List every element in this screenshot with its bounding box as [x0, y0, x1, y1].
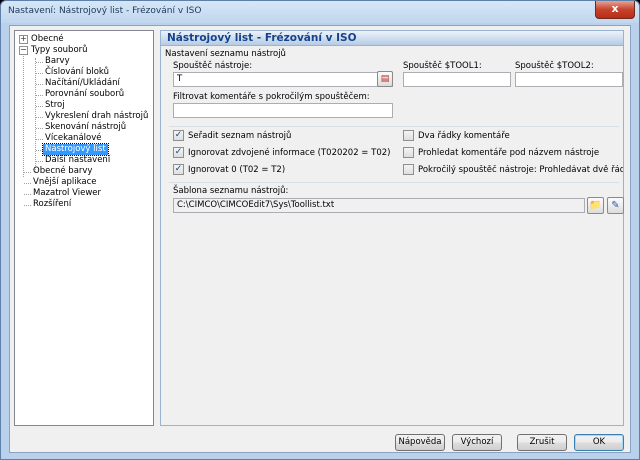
dialog-client: + Obecné − Typy souborů Barvy Číslování … [9, 25, 631, 453]
two-comment-lines-label: Dva řádky komentáře [418, 131, 510, 141]
default-button[interactable]: Výchozí [452, 434, 502, 451]
tree-connector [36, 62, 43, 63]
tree-item-vicekanalove[interactable]: Vícekanálové [45, 133, 101, 144]
tree-item-vnejsi-aplikace[interactable]: Vnější aplikace [33, 177, 97, 188]
group-label: Nastavení seznamu nástrojů [165, 49, 286, 59]
template-label: Šablona seznamu nástrojů: [173, 186, 289, 196]
tree-connector [24, 183, 31, 184]
tree-item-obecne[interactable]: Obecné [31, 34, 64, 45]
two-comment-lines-checkbox[interactable] [403, 130, 414, 141]
template-path-input[interactable]: C:\CIMCO\CIMCOEdit7\Sys\Toollist.txt [173, 198, 585, 213]
title-bar: Nastavení: Nástrojový list - Frézování v… [1, 1, 639, 23]
search-comments-checkbox[interactable] [403, 147, 414, 158]
tree-connector [35, 58, 36, 172]
tree-item-cislovani-bloku[interactable]: Číslování bloků [45, 67, 109, 78]
check-icon: ✓ [174, 130, 183, 140]
expand-icon[interactable]: + [19, 35, 28, 44]
search-comments-label: Prohledat komentáře pod názvem nástroje [418, 148, 600, 158]
tree-connector [36, 117, 43, 118]
tree-connector [36, 161, 43, 162]
tool1-trigger-label: Spouštěč $TOOL1: [403, 61, 482, 71]
panel-title: Nástrojový list - Frézování v ISO [167, 32, 357, 44]
check-icon: ✓ [174, 147, 183, 157]
tree-item-barvy[interactable]: Barvy [45, 56, 70, 67]
edit-template-button[interactable]: ✎ [607, 197, 624, 214]
tree-connector [24, 194, 31, 195]
close-button[interactable]: x [595, 1, 635, 19]
tree-item-obecne-barvy[interactable]: Obecné barvy [33, 166, 92, 177]
ignore-zero-label: Ignorovat 0 (T02 = T2) [188, 165, 286, 175]
tree-item-vykresleni-drah[interactable]: Vykreslení drah nástrojů [45, 111, 148, 122]
cancel-button[interactable]: Zrušit [517, 434, 567, 451]
tree-item-nacitani-ukladani[interactable]: Načítání/Ukládání [45, 78, 120, 89]
tree-item-skenovani-nastroju[interactable]: Skenování nástrojů [45, 122, 126, 133]
settings-window: Nastavení: Nástrojový list - Frézování v… [0, 0, 640, 460]
advanced-trigger-checkbox[interactable] [403, 164, 414, 175]
tree-item-rozsireni[interactable]: Rozšíření [33, 199, 71, 210]
ignore-duplicate-label: Ignorovat zdvojené informace (T020202 = … [188, 148, 391, 158]
tree-item-mazatrol-viewer[interactable]: Mazatrol Viewer [33, 188, 101, 199]
divider [169, 182, 619, 183]
settings-tree[interactable]: + Obecné − Typy souborů Barvy Číslování … [14, 30, 154, 426]
filter-label: Filtrovat komentáře s pokročilým spouště… [173, 92, 370, 102]
edit-file-icon: ✎ [611, 200, 620, 211]
collapse-icon[interactable]: − [19, 46, 28, 55]
tree-item-porovnani-souboru[interactable]: Porovnání souborů [45, 89, 124, 100]
edit-icon: ▤ [380, 74, 390, 84]
sort-tools-checkbox[interactable]: ✓ [173, 130, 184, 141]
advanced-trigger-label: Pokročilý spouštěč nástroje: Prohledávat… [418, 165, 623, 175]
ok-button[interactable]: OK [574, 434, 624, 451]
tree-item-nastrojovy-list[interactable]: Nástrojový list [42, 143, 109, 156]
tool1-trigger-input[interactable] [403, 72, 511, 87]
edit-trigger-button[interactable]: ▤ [377, 71, 393, 87]
tool-trigger-input[interactable]: T [173, 72, 393, 87]
tree-connector [36, 95, 43, 96]
tree-connector [36, 73, 43, 74]
tree-connector [24, 205, 31, 206]
filter-input[interactable] [173, 103, 393, 118]
tree-connector [23, 47, 24, 177]
tool-trigger-label: Spouštěč nástroje: [173, 61, 253, 71]
ignore-zero-checkbox[interactable]: ✓ [173, 164, 184, 175]
tree-connector [36, 150, 43, 151]
settings-panel: Nastavení seznamu nástrojů Spouštěč nást… [160, 46, 624, 426]
panel-header: Nástrojový list - Frézování v ISO [160, 30, 624, 46]
sort-tools-label: Seřadit seznam nástrojů [188, 131, 292, 141]
tree-connector [36, 106, 43, 107]
tree-connector [36, 139, 43, 140]
folder-icon: 📁 [589, 200, 602, 211]
help-button[interactable]: Nápověda [395, 434, 445, 451]
close-icon: x [611, 2, 619, 15]
tool2-trigger-label: Spouštěč $TOOL2: [515, 61, 594, 71]
tree-connector [36, 128, 43, 129]
window-title: Nastavení: Nástrojový list - Frézování v… [8, 6, 202, 16]
tree-item-typy-souboru[interactable]: Typy souborů [31, 45, 88, 56]
browse-folder-button[interactable]: 📁 [587, 197, 604, 214]
tree-item-dalsi-nastaveni[interactable]: Další nastavení [45, 155, 110, 166]
divider [169, 126, 619, 127]
ignore-duplicate-checkbox[interactable]: ✓ [173, 147, 184, 158]
tree-connector [36, 84, 43, 85]
tree-connector [24, 172, 31, 173]
check-icon: ✓ [174, 164, 183, 174]
tree-item-stroj[interactable]: Stroj [45, 100, 65, 111]
tool2-trigger-input[interactable] [515, 72, 623, 87]
